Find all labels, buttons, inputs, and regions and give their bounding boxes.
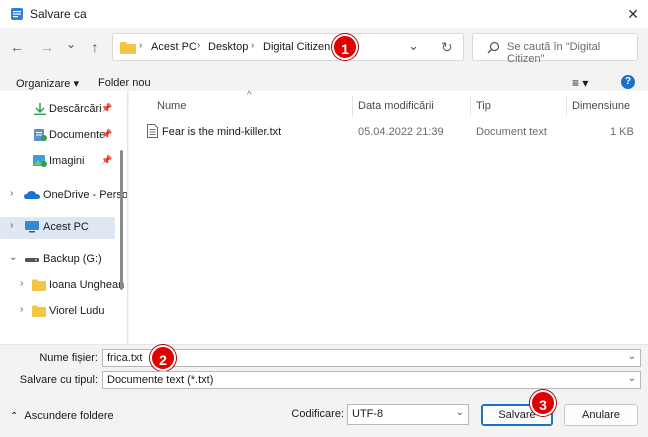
chevron-down-icon[interactable]: ⌄ [9, 252, 17, 263]
forward-icon[interactable]: → [36, 36, 58, 58]
hide-folders-label: Ascundere foldere [24, 410, 114, 422]
encoding-value: UTF-8 [352, 408, 384, 420]
annotation-badge-1: 1 [332, 34, 358, 60]
chevron-down-icon[interactable]: ⌄ [628, 373, 636, 384]
pin-icon: 📌 [101, 103, 113, 113]
sidebar-item-label: Viorel Ludu [49, 305, 105, 317]
breadcrumb-separator: › [197, 40, 201, 51]
breadcrumb-digital-citizen[interactable]: Digital Citizen [263, 41, 330, 53]
filename-label: Nume fișier: [39, 352, 98, 364]
chevron-right-icon[interactable]: › [10, 188, 13, 199]
pin-icon: 📌 [101, 155, 113, 165]
encoding-label: Codificare: [291, 408, 344, 420]
column-divider[interactable] [566, 96, 567, 116]
sidebar-item-label: Acest PC [43, 221, 89, 233]
sidebar-item-viorel-ludu[interactable]: › Viorel Ludu [0, 301, 115, 323]
sidebar-item-onedrive[interactable]: › OneDrive - Perso [0, 185, 127, 207]
breadcrumb-separator: › [251, 40, 255, 51]
chevron-right-icon[interactable]: › [20, 278, 23, 289]
encoding-select[interactable]: UTF-8 ⌄ [347, 404, 469, 425]
sidebar-item-ioana-unghean[interactable]: › Ioana Unghean [0, 275, 124, 297]
folder-icon [120, 42, 136, 54]
pin-icon: 📌 [101, 129, 113, 139]
sidebar-item-label: Descărcări [49, 103, 102, 115]
onedrive-cloud-icon [24, 191, 40, 199]
search-placeholder: Se caută în "Digital Citizen" [507, 41, 601, 65]
sidebar-item-label: Backup (G:) [43, 253, 102, 265]
breadcrumb-separator: › [139, 40, 143, 51]
back-icon[interactable]: ← [6, 36, 28, 58]
annotation-badge-2: 2 [150, 345, 176, 371]
download-icon [34, 103, 46, 115]
sidebar-item-documents[interactable]: Documente 📌 [0, 125, 115, 147]
notepad-icon [11, 8, 23, 20]
text-file-icon [147, 124, 158, 138]
file-type-label: Salvare cu tipul: [19, 374, 98, 386]
address-bar[interactable]: › Acest PC › Desktop › Digital Citizen ⌄… [112, 33, 464, 61]
filename-input[interactable]: frica.txt ⌄ [102, 349, 641, 367]
close-icon[interactable]: ✕ [622, 3, 644, 25]
chevron-right-icon[interactable]: › [10, 220, 13, 231]
address-dropdown-icon[interactable]: ⌄ [408, 38, 419, 54]
view-options-icon[interactable]: ≡ ▾ [572, 76, 588, 90]
file-type-select[interactable]: Documente text (*.txt) ⌄ [102, 371, 641, 389]
sidebar-item-label: Imagini [49, 155, 85, 167]
column-header-size[interactable]: Dimensiune [572, 100, 630, 112]
folder-icon [32, 279, 46, 291]
column-header-name[interactable]: Nume [157, 100, 186, 112]
organize-menu[interactable]: Organizare ▾ [16, 77, 79, 90]
sidebar-item-this-pc[interactable]: › Acest PC [0, 217, 115, 239]
file-name[interactable]: Fear is the mind-killer.txt [162, 126, 281, 138]
file-date: 05.04.2022 21:39 [358, 126, 444, 138]
hide-folders-toggle[interactable]: ⌃ Ascundere foldere [10, 410, 114, 422]
navigation-pane[interactable]: Descărcări 📌 Documente 📌 Imagini 📌 › One… [0, 91, 128, 344]
filename-value: frica.txt [107, 352, 143, 364]
chevron-down-icon[interactable]: ⌄ [456, 407, 464, 418]
window-title: Salvare ca [30, 7, 87, 21]
file-list[interactable]: ^ Nume Data modificării Tip Dimensiune F… [129, 90, 648, 344]
sort-ascending-icon: ^ [247, 90, 252, 101]
file-type: Document text [476, 126, 547, 138]
cancel-button[interactable]: Anulare [564, 404, 638, 426]
pictures-icon [33, 155, 47, 167]
annotation-badge-3: 3 [530, 390, 556, 416]
sidebar-item-downloads[interactable]: Descărcări 📌 [0, 99, 115, 121]
search-box[interactable]: Se caută în "Digital Citizen" [472, 33, 638, 65]
breadcrumb-desktop[interactable]: Desktop [208, 41, 248, 53]
file-type-value: Documente text (*.txt) [107, 374, 214, 386]
sidebar-item-label: OneDrive - Perso [43, 189, 128, 201]
search-icon [487, 41, 500, 54]
column-divider[interactable] [352, 96, 353, 116]
new-folder-button[interactable]: Folder nou [98, 77, 151, 89]
help-icon[interactable]: ? [621, 75, 635, 89]
chevron-down-icon[interactable]: ⌄ [628, 351, 636, 362]
column-header-type[interactable]: Tip [476, 100, 491, 112]
title-bar: Salvare ca ✕ [0, 0, 648, 28]
column-header-date[interactable]: Data modificării [358, 100, 434, 112]
up-icon[interactable]: ↑ [84, 36, 106, 58]
sidebar-scrollbar[interactable] [120, 150, 123, 290]
sidebar-item-label: Documente [49, 129, 106, 141]
drive-icon [25, 258, 39, 262]
chevron-up-icon: ⌃ [10, 411, 19, 422]
breadcrumb-acest-pc[interactable]: Acest PC [151, 41, 197, 53]
folder-icon [32, 305, 46, 317]
documents-icon [34, 129, 47, 141]
column-divider[interactable] [470, 96, 471, 116]
sidebar-item-backup-drive[interactable]: ⌄ Backup (G:) [0, 249, 115, 271]
chevron-right-icon[interactable]: › [20, 304, 23, 315]
refresh-icon[interactable]: ↻ [441, 39, 453, 56]
sidebar-item-label: Ioana Unghean [49, 279, 125, 291]
computer-icon [25, 221, 39, 233]
file-size: 1 KB [610, 126, 634, 138]
recent-locations-icon[interactable]: ⌄ [60, 33, 82, 55]
sidebar-item-pictures[interactable]: Imagini 📌 [0, 151, 115, 173]
